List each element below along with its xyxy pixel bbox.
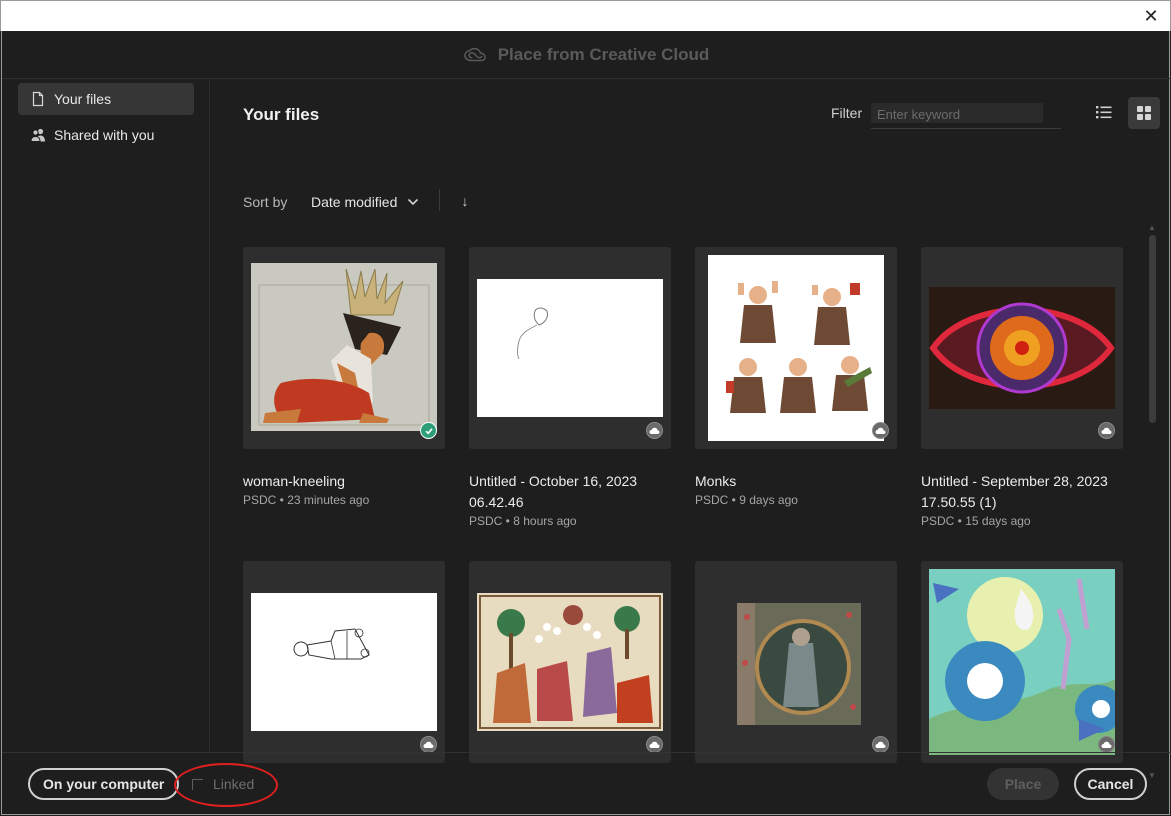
- grid-view-button[interactable]: [1128, 97, 1160, 129]
- synced-status-icon: [420, 422, 437, 439]
- sort-dropdown[interactable]: Date modified: [311, 189, 419, 215]
- grid-view-icon: [1137, 106, 1151, 120]
- sidebar-item-label: Your files: [54, 91, 112, 107]
- cloud-status-icon: [872, 736, 889, 753]
- cloud-status-icon: [1098, 422, 1115, 439]
- line-drawing-artwork: [251, 593, 437, 731]
- checkbox-icon[interactable]: [192, 778, 203, 790]
- sort-divider: [439, 189, 440, 211]
- on-your-computer-button[interactable]: On your computer: [28, 768, 180, 800]
- file-card-row2-1[interactable]: [243, 561, 445, 763]
- file-thumbnail: [243, 561, 445, 763]
- list-view-button[interactable]: [1089, 97, 1119, 127]
- file-meta: PSDC • 9 days ago: [695, 493, 798, 507]
- dialog-header: Place from Creative Cloud: [2, 31, 1171, 79]
- woman-kneeling-artwork: [251, 263, 437, 431]
- main-panel: Your files Filter Sort by Date modified: [211, 79, 1171, 780]
- scroll-up-arrow-icon[interactable]: ▲: [1147, 223, 1157, 233]
- manuscript-artwork: [737, 603, 861, 725]
- file-thumbnail: [695, 247, 897, 449]
- file-card-untitled-oct-16[interactable]: Untitled - October 16, 2023 06.42.46 PSD…: [469, 247, 671, 528]
- file-name: woman-kneeling: [243, 473, 345, 489]
- filter-label: Filter: [831, 105, 863, 121]
- sidebar-item-shared-with-you[interactable]: Shared with you: [18, 119, 194, 151]
- medieval-illustration-artwork: [477, 593, 663, 731]
- dialog-title: Place from Creative Cloud: [497, 44, 710, 64]
- file-card-woman-kneeling[interactable]: woman-kneeling PSDC • 23 minutes ago: [243, 247, 445, 507]
- cloud-status-icon: [420, 736, 437, 753]
- place-button[interactable]: Place: [987, 768, 1059, 800]
- sidebar-item-your-files[interactable]: Your files: [18, 83, 194, 115]
- linked-label: Linked: [213, 776, 255, 792]
- sidebar: Your files Shared with you: [2, 79, 210, 752]
- cancel-button[interactable]: Cancel: [1074, 768, 1147, 800]
- creative-cloud-icon: [463, 47, 486, 61]
- cloud-status-icon: [1098, 736, 1115, 753]
- page-title: Your files: [243, 105, 320, 124]
- file-thumbnail: [921, 247, 1123, 449]
- sidebar-item-label: Shared with you: [54, 127, 155, 143]
- sketch-artwork: [477, 279, 663, 417]
- file-meta: PSDC • 8 hours ago: [469, 514, 577, 528]
- cloud-status-icon: [646, 736, 663, 753]
- vertical-scrollbar[interactable]: ▲ ▼: [1145, 221, 1159, 783]
- file-meta: PSDC • 15 days ago: [921, 514, 1031, 528]
- file-card-untitled-sep-28[interactable]: Untitled - September 28, 2023 17.50.55 (…: [921, 247, 1123, 528]
- sort-value: Date modified: [311, 194, 398, 210]
- linked-checkbox[interactable]: Linked: [192, 776, 254, 792]
- cloud-status-icon: [646, 422, 663, 439]
- people-icon: [30, 128, 45, 142]
- scrollbar-thumb[interactable]: [1149, 235, 1156, 423]
- eye-artwork: [929, 287, 1115, 409]
- file-name: Untitled - October 16, 2023 06.42.46: [469, 473, 638, 510]
- window-title-bar: ✕: [0, 0, 1171, 31]
- file-icon: [32, 91, 44, 107]
- sort-label: Sort by: [243, 194, 288, 210]
- file-meta: PSDC • 23 minutes ago: [243, 493, 370, 507]
- file-card-monks[interactable]: Monks PSDC • 9 days ago: [695, 247, 897, 507]
- file-card-row2-3[interactable]: [695, 561, 897, 763]
- dialog-footer: On your computer Linked Place Cancel: [2, 752, 1171, 815]
- cloud-status-icon: [872, 422, 889, 439]
- file-thumbnail: [243, 247, 445, 449]
- chevron-down-icon: [408, 198, 419, 206]
- file-thumbnail: [469, 561, 671, 763]
- sort-direction-button[interactable]: ↓: [455, 189, 475, 213]
- list-view-icon: [1096, 106, 1112, 119]
- file-thumbnail: [695, 561, 897, 763]
- monks-artwork: [708, 255, 884, 441]
- file-thumbnail: [921, 561, 1123, 763]
- file-name: Untitled - September 28, 2023 17.50.55 (…: [921, 473, 1108, 510]
- floral-artwork: [929, 569, 1115, 755]
- window-close-button[interactable]: ✕: [1140, 5, 1162, 27]
- file-card-row2-4[interactable]: [921, 561, 1123, 763]
- file-card-row2-2[interactable]: [469, 561, 671, 763]
- filter-input[interactable]: [871, 101, 1061, 129]
- file-thumbnail: [469, 247, 671, 449]
- file-name: Monks: [695, 473, 737, 489]
- place-dialog: Place from Creative Cloud Your files Sha…: [1, 31, 1171, 815]
